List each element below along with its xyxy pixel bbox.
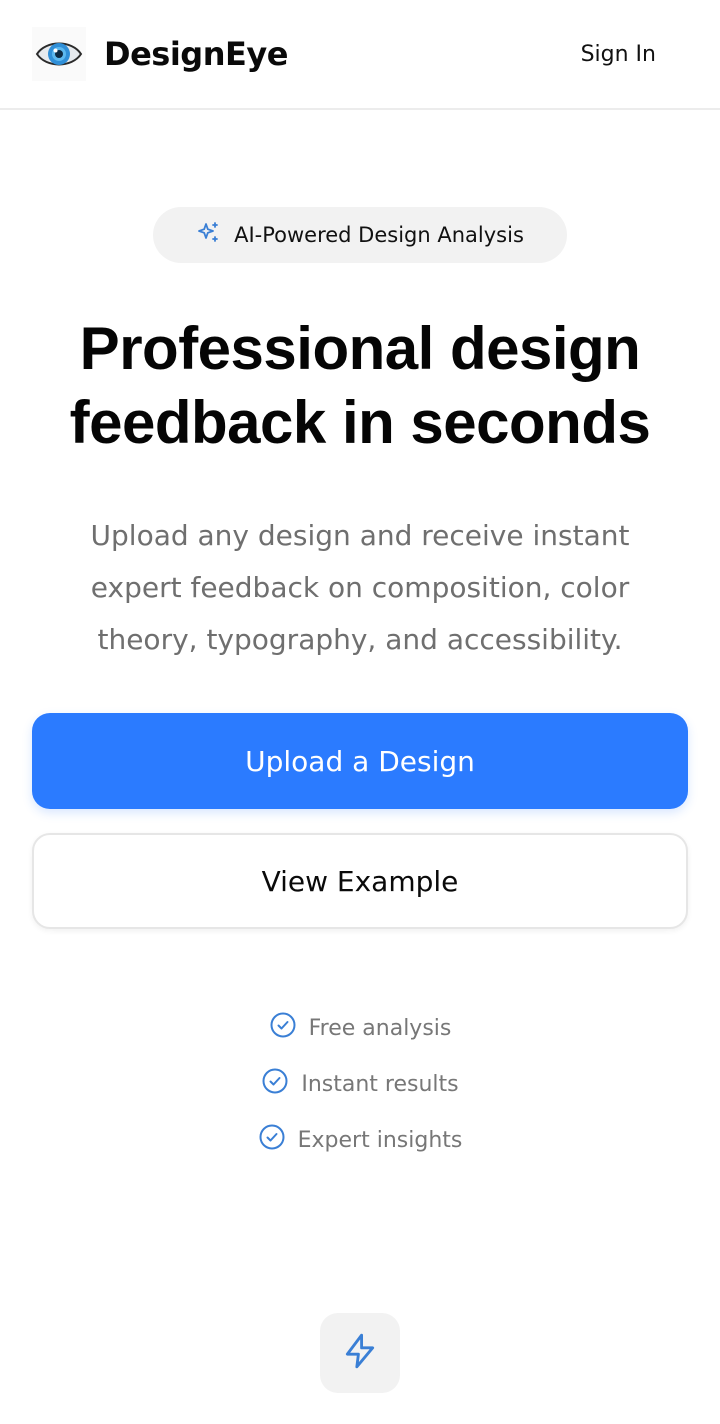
feature-label: Expert insights (297, 1127, 463, 1153)
hero-subtitle: Upload any design and receive instant ex… (40, 510, 680, 666)
sign-in-link[interactable]: Sign In (581, 42, 656, 67)
brand[interactable]: DesignEye (32, 27, 288, 81)
check-circle-icon (269, 1011, 297, 1045)
feature-list: Free analysis Instant results Expert ins… (0, 1000, 720, 1168)
view-example-button[interactable]: View Example (32, 833, 688, 929)
feature-label: Instant results (301, 1071, 459, 1097)
top-nav: DesignEye Sign In (0, 0, 720, 110)
quick-action-tile[interactable] (320, 1313, 400, 1393)
feature-badge: AI-Powered Design Analysis (153, 207, 567, 263)
badge-label: AI-Powered Design Analysis (234, 223, 524, 247)
sparkles-icon (196, 221, 220, 250)
hero-subtitle-line: Upload any design and receive instant (90, 519, 630, 552)
lightning-bolt-icon (341, 1332, 379, 1374)
feature-item: Free analysis (0, 1000, 720, 1056)
landing-page: DesignEye Sign In AI-Powered Design Anal… (0, 0, 720, 1424)
hero-title-line: Professional design (79, 315, 641, 382)
hero-title: Professional design feedback in seconds (20, 312, 700, 460)
upload-design-button[interactable]: Upload a Design (32, 713, 688, 809)
brand-name: DesignEye (104, 35, 288, 73)
feature-label: Free analysis (308, 1015, 452, 1041)
hero-subtitle-line: expert feedback on composition, color (90, 571, 630, 604)
feature-item: Instant results (0, 1056, 720, 1112)
hero-subtitle-line: theory, typography, and accessibility. (97, 623, 623, 656)
hero-title-line: feedback in seconds (69, 389, 651, 456)
feature-item: Expert insights (0, 1112, 720, 1168)
check-circle-icon (258, 1123, 286, 1157)
eye-icon (32, 27, 86, 81)
check-circle-icon (261, 1067, 289, 1101)
